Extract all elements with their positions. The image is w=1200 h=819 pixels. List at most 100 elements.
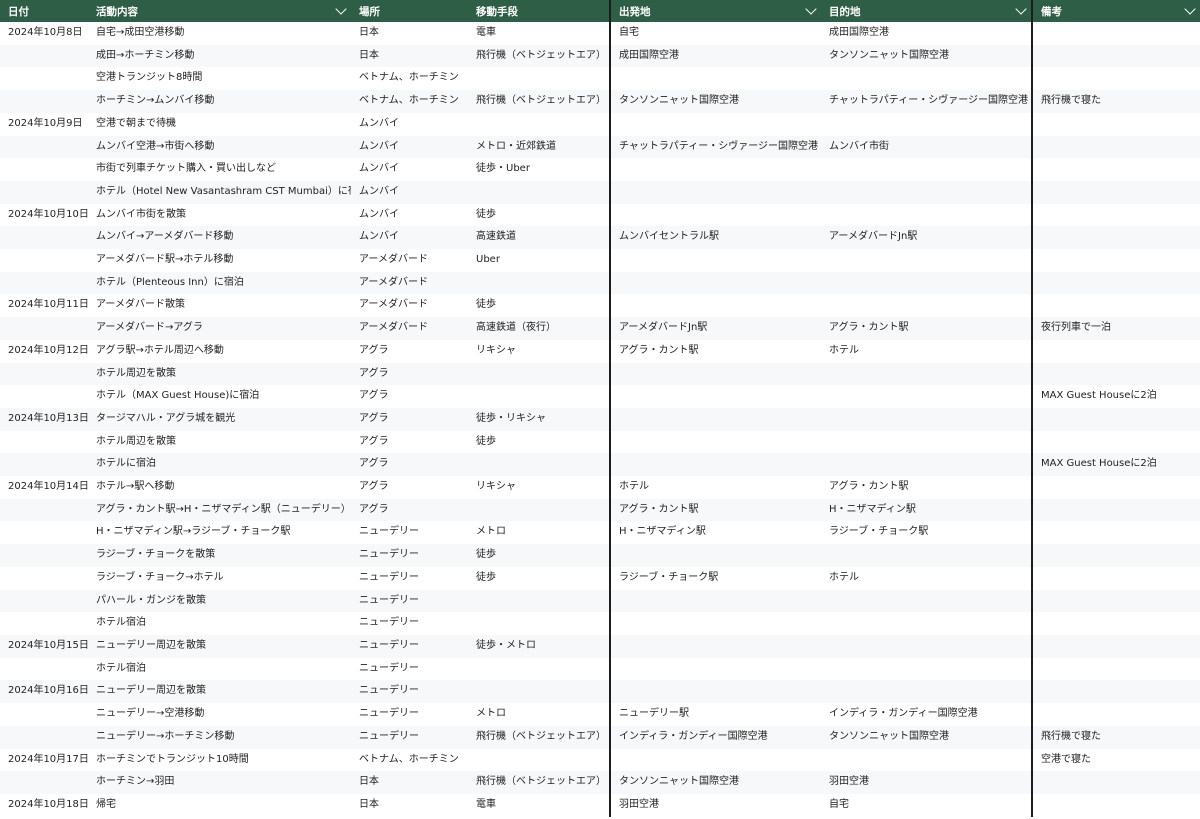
- cell-departure[interactable]: [609, 634, 821, 658]
- cell-transport[interactable]: 飛行機（ベトジェットエア）: [468, 90, 610, 113]
- cell-transport[interactable]: [468, 112, 610, 136]
- cell-activity[interactable]: ホテル→駅へ移動: [88, 476, 351, 499]
- cell-destination[interactable]: [821, 271, 1033, 295]
- cell-destination[interactable]: [821, 67, 1033, 91]
- cell-notes[interactable]: [1031, 67, 1200, 91]
- cell-activity[interactable]: H・ニザマディン駅→ラジーブ・チョーク駅: [88, 521, 351, 545]
- cell-place[interactable]: アグラ: [351, 453, 468, 477]
- cell-transport[interactable]: [468, 589, 610, 613]
- cell-transport[interactable]: 徒歩: [468, 566, 610, 590]
- cell-departure[interactable]: [609, 453, 821, 477]
- cell-activity[interactable]: ムンバイ市街を散策: [88, 203, 351, 227]
- cell-place[interactable]: ベトナム、ホーチミン: [351, 748, 468, 772]
- cell-date[interactable]: [0, 589, 88, 613]
- cell-notes[interactable]: 飛行機で寝た: [1031, 90, 1200, 113]
- cell-place[interactable]: アーメダバード: [351, 249, 468, 272]
- cell-destination[interactable]: [821, 453, 1033, 477]
- cell-departure[interactable]: タンソンニャット国際空港: [609, 90, 821, 113]
- cell-destination[interactable]: アーメダバードJn駅: [821, 226, 1033, 250]
- cell-transport[interactable]: [468, 362, 610, 386]
- cell-date[interactable]: [0, 544, 88, 567]
- cell-activity[interactable]: ラジーブ・チョークを散策: [88, 544, 351, 567]
- cell-departure[interactable]: ニューデリー駅: [609, 703, 821, 726]
- cell-departure[interactable]: [609, 112, 821, 136]
- cell-transport[interactable]: [468, 271, 610, 295]
- cell-transport[interactable]: [468, 453, 610, 477]
- cell-place[interactable]: ニューデリー: [351, 634, 468, 658]
- cell-transport[interactable]: Uber: [468, 249, 610, 272]
- cell-transport[interactable]: 徒歩: [468, 544, 610, 567]
- cell-date[interactable]: [0, 771, 88, 794]
- chevron-down-icon[interactable]: [1184, 3, 1196, 15]
- cell-place[interactable]: ニューデリー: [351, 589, 468, 613]
- cell-notes[interactable]: [1031, 793, 1200, 817]
- cell-place[interactable]: ムンバイ: [351, 112, 468, 136]
- chevron-down-icon[interactable]: [335, 3, 347, 15]
- cell-transport[interactable]: [468, 680, 610, 704]
- cell-notes[interactable]: [1031, 22, 1200, 45]
- cell-departure[interactable]: [609, 680, 821, 704]
- cell-notes[interactable]: [1031, 544, 1200, 567]
- cell-departure[interactable]: アグラ・カント駅: [609, 498, 821, 522]
- cell-place[interactable]: 日本: [351, 22, 468, 45]
- cell-departure[interactable]: ホテル: [609, 476, 821, 499]
- cell-date[interactable]: [0, 725, 88, 749]
- cell-activity[interactable]: ニューデリー周辺を散策: [88, 680, 351, 704]
- cell-place[interactable]: アーメダバード: [351, 294, 468, 318]
- cell-transport[interactable]: [468, 612, 610, 635]
- cell-activity[interactable]: 自宅→成田空港移動: [88, 22, 351, 45]
- cell-activity[interactable]: ニューデリー周辺を散策: [88, 634, 351, 658]
- cell-departure[interactable]: [609, 362, 821, 386]
- cell-date[interactable]: [0, 657, 88, 681]
- cell-place[interactable]: 日本: [351, 771, 468, 794]
- cell-destination[interactable]: インディラ・ガンディー国際空港: [821, 703, 1033, 726]
- cell-destination[interactable]: H・ニザマディン駅: [821, 498, 1033, 522]
- cell-date[interactable]: [0, 317, 88, 340]
- cell-activity[interactable]: ムンバイ空港→市街へ移動: [88, 135, 351, 159]
- cell-activity[interactable]: アグラ駅→ホテル周辺へ移動: [88, 339, 351, 363]
- cell-notes[interactable]: [1031, 498, 1200, 522]
- cell-activity[interactable]: パハール・ガンジを散策: [88, 589, 351, 613]
- cell-date[interactable]: 2024年10月12日: [0, 339, 88, 363]
- cell-activity[interactable]: ニューデリー→空港移動: [88, 703, 351, 726]
- cell-transport[interactable]: 高速鉄道（夜行）: [468, 317, 610, 340]
- cell-place[interactable]: 日本: [351, 793, 468, 817]
- cell-destination[interactable]: 羽田空港: [821, 771, 1033, 794]
- cell-destination[interactable]: チャットラパティー・シヴァージー国際空港: [821, 90, 1033, 113]
- chevron-down-icon[interactable]: [805, 3, 817, 15]
- cell-transport[interactable]: [468, 498, 610, 522]
- cell-place[interactable]: ムンバイ: [351, 158, 468, 181]
- cell-date[interactable]: 2024年10月18日: [0, 793, 88, 817]
- cell-activity[interactable]: ホテル宿泊: [88, 612, 351, 635]
- cell-activity[interactable]: ホーチミン→ムンバイ移動: [88, 90, 351, 113]
- cell-notes[interactable]: [1031, 566, 1200, 590]
- cell-destination[interactable]: [821, 748, 1033, 772]
- cell-destination[interactable]: [821, 294, 1033, 318]
- cell-activity[interactable]: ホーチミンでトランジット10時間: [88, 748, 351, 772]
- cell-destination[interactable]: タンソンニャット国際空港: [821, 44, 1033, 68]
- cell-activity[interactable]: ホテル（MAX Guest House)に宿泊: [88, 385, 351, 408]
- cell-notes[interactable]: 夜行列車で一泊: [1031, 317, 1200, 340]
- cell-date[interactable]: 2024年10月16日: [0, 680, 88, 704]
- cell-notes[interactable]: [1031, 703, 1200, 726]
- cell-notes[interactable]: [1031, 657, 1200, 681]
- cell-activity[interactable]: ホテル宿泊: [88, 657, 351, 681]
- cell-transport[interactable]: 徒歩・リキシャ: [468, 407, 610, 431]
- cell-departure[interactable]: H・ニザマディン駅: [609, 521, 821, 545]
- cell-notes[interactable]: [1031, 180, 1200, 204]
- cell-date[interactable]: [0, 385, 88, 408]
- cell-date[interactable]: [0, 135, 88, 159]
- cell-departure[interactable]: アーメダバードJn駅: [609, 317, 821, 340]
- cell-place[interactable]: ニューデリー: [351, 544, 468, 567]
- cell-destination[interactable]: [821, 112, 1033, 136]
- cell-date[interactable]: 2024年10月9日: [0, 112, 88, 136]
- cell-notes[interactable]: [1031, 44, 1200, 68]
- cell-date[interactable]: [0, 703, 88, 726]
- cell-notes[interactable]: [1031, 249, 1200, 272]
- cell-activity[interactable]: ラジーブ・チョーク→ホテル: [88, 566, 351, 590]
- cell-activity[interactable]: アーメダバード散策: [88, 294, 351, 318]
- cell-transport[interactable]: 高速鉄道: [468, 226, 610, 250]
- cell-notes[interactable]: [1031, 226, 1200, 250]
- cell-transport[interactable]: 徒歩・Uber: [468, 158, 610, 181]
- cell-transport[interactable]: メトロ: [468, 703, 610, 726]
